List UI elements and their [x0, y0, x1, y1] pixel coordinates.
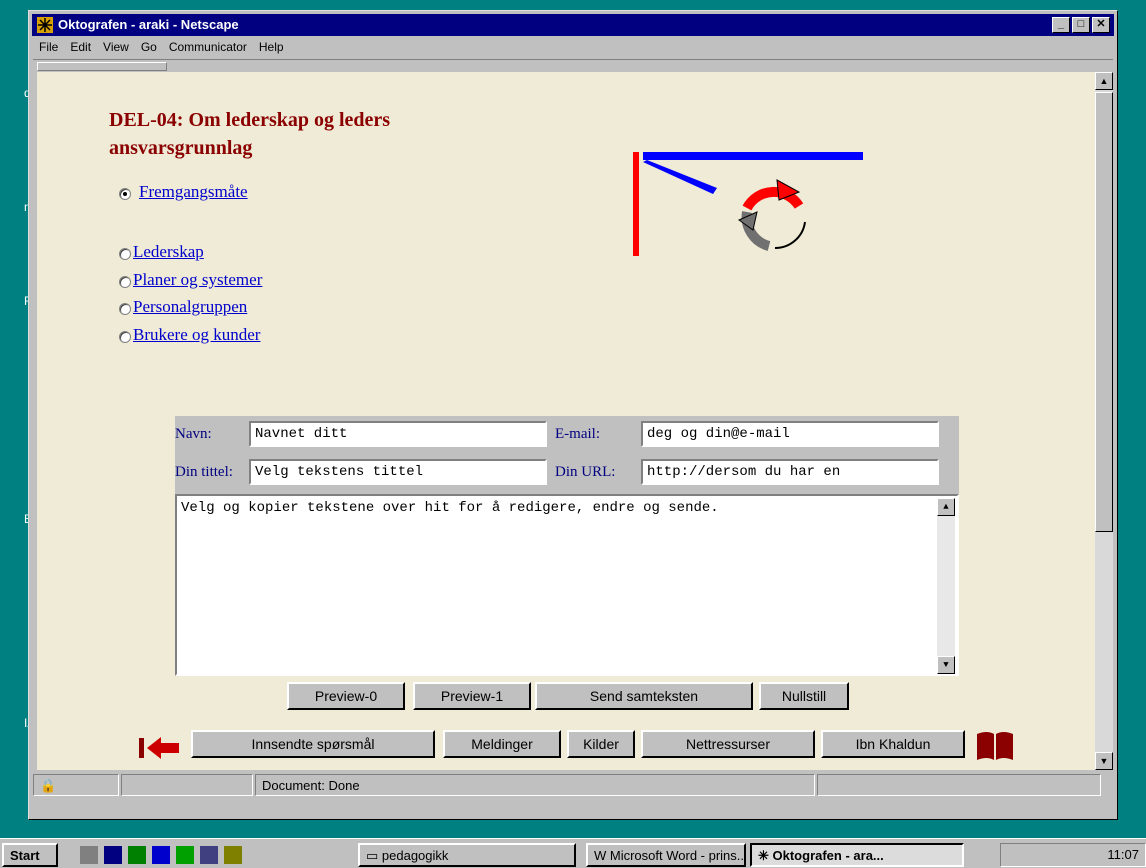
scroll-down-icon[interactable]: ▼	[937, 656, 955, 674]
email-field[interactable]: deg og din@e-mail	[641, 421, 939, 447]
title-field[interactable]: Velg tekstens tittel	[249, 459, 547, 485]
task-label: pedagogikk	[381, 848, 449, 863]
status-bar: 🔒 Document: Done	[33, 774, 1115, 796]
system-tray: 11:07	[1000, 843, 1146, 867]
status-text: Document: Done	[255, 774, 815, 796]
textarea-content: Velg og kopier tekstene over hit for å r…	[181, 500, 719, 516]
quicklaunch-icon[interactable]	[128, 846, 146, 864]
url-field[interactable]: http://dersom du har en	[641, 459, 939, 485]
link-lederskap[interactable]: Lederskap	[133, 242, 204, 262]
name-label: Navn:	[175, 426, 212, 442]
page-title-line-2: ansvarsgrunnlag	[109, 137, 253, 159]
send-button[interactable]: Send samteksten	[535, 682, 753, 710]
task-word[interactable]: W Microsoft Word - prins...	[586, 843, 746, 867]
minimize-button[interactable]: _	[1052, 17, 1070, 33]
scroll-up-icon[interactable]: ▲	[1095, 72, 1113, 90]
component-bar-icons[interactable]	[817, 774, 1101, 796]
quicklaunch-icon[interactable]	[200, 846, 218, 864]
start-label: Start	[10, 848, 40, 863]
radio-planer-og-systemer[interactable]	[119, 276, 131, 288]
menu-edit[interactable]: Edit	[64, 38, 97, 58]
preview-0-button[interactable]: Preview-0	[287, 682, 405, 710]
close-button[interactable]: ✕	[1092, 17, 1110, 33]
task-label: Microsoft Word - prins...	[609, 848, 746, 863]
window-title: Oktografen - araki - Netscape	[58, 17, 239, 32]
page-content: DEL-04: Om lederskap og leders ansvarsgr…	[37, 72, 1095, 770]
menu-file[interactable]: File	[33, 38, 64, 58]
back-arrow-icon[interactable]	[137, 734, 181, 762]
link-fremgangsmate[interactable]: Fremgangsmåte	[139, 182, 248, 202]
message-textarea[interactable]: Velg og kopier tekstene over hit for å r…	[175, 494, 959, 676]
link-personalgruppen[interactable]: Personalgruppen	[133, 297, 247, 317]
nettressurser-button[interactable]: Nettressurser	[641, 730, 815, 758]
quicklaunch-icon[interactable]	[176, 846, 194, 864]
quicklaunch-icon[interactable]	[104, 846, 122, 864]
textarea-scrollbar[interactable]: ▲ ▼	[937, 498, 955, 674]
security-icon[interactable]: 🔒	[33, 774, 119, 796]
menu-communicator[interactable]: Communicator	[163, 38, 253, 58]
menu-help[interactable]: Help	[253, 38, 290, 58]
link-planer-og-systemer[interactable]: Planer og systemer	[133, 270, 262, 290]
word-icon: W	[594, 848, 610, 863]
ibn-khaldun-button[interactable]: Ibn Khaldun	[821, 730, 965, 758]
maximize-button[interactable]: □	[1072, 17, 1090, 33]
page-scrollbar[interactable]: ▲ ▼	[1095, 72, 1113, 770]
oktograf-logo	[633, 152, 863, 256]
reset-button[interactable]: Nullstill	[759, 682, 849, 710]
task-label: Oktografen - ara...	[772, 848, 884, 863]
meldinger-button[interactable]: Meldinger	[443, 730, 561, 758]
scroll-down-icon[interactable]: ▼	[1095, 752, 1113, 770]
book-icon[interactable]	[973, 730, 1017, 762]
url-label: Din URL:	[555, 464, 616, 480]
scroll-thumb[interactable]	[1095, 92, 1113, 532]
page-title-line-1: DEL-04: Om lederskap og leders	[109, 109, 391, 131]
menu-go[interactable]: Go	[135, 38, 163, 58]
folder-icon: ▭	[366, 848, 382, 863]
link-brukere-og-kunder[interactable]: Brukere og kunder	[133, 325, 260, 345]
page-title: DEL-04: Om lederskap og leders ansvarsgr…	[109, 106, 529, 162]
clock: 11:07	[1107, 847, 1139, 862]
netscape-icon: ✳	[758, 848, 773, 863]
radio-fremgangsmate[interactable]	[119, 188, 131, 200]
preview-1-button[interactable]: Preview-1	[413, 682, 531, 710]
taskbar: Start ▭ pedagogikk W Microsoft Word - pr…	[0, 838, 1146, 868]
radio-lederskap[interactable]	[119, 248, 131, 260]
quicklaunch-icon[interactable]	[224, 846, 242, 864]
quicklaunch-icon[interactable]	[152, 846, 170, 864]
task-oktografen[interactable]: ✳ Oktografen - ara...	[750, 843, 964, 867]
task-pedagogikk[interactable]: ▭ pedagogikk	[358, 843, 576, 867]
title-bar[interactable]: Oktografen - araki - Netscape _ □ ✕	[32, 14, 1114, 36]
email-label: E-mail:	[555, 426, 600, 442]
netscape-icon	[37, 17, 53, 33]
menu-bar: File Edit View Go Communicator Help	[33, 38, 290, 58]
name-field[interactable]: Navnet ditt	[249, 421, 547, 447]
collapsed-toolbar	[33, 59, 1113, 71]
title-label: Din tittel:	[175, 464, 233, 480]
browser-window: Oktografen - araki - Netscape _ □ ✕ File…	[28, 10, 1118, 820]
toolbar-grip[interactable]	[37, 62, 167, 71]
radio-brukere-og-kunder[interactable]	[119, 331, 131, 343]
start-button[interactable]: Start	[2, 843, 58, 867]
innsendte-sporsmal-button[interactable]: Innsendte spørsmål	[191, 730, 435, 758]
menu-view[interactable]: View	[97, 38, 135, 58]
kilder-button[interactable]: Kilder	[567, 730, 635, 758]
submission-form: Navn: Navnet ditt E-mail: deg og din@e-m…	[175, 416, 959, 676]
quicklaunch-icon[interactable]	[80, 846, 98, 864]
scroll-up-icon[interactable]: ▲	[937, 498, 955, 516]
radio-personalgruppen[interactable]	[119, 303, 131, 315]
progress-area	[121, 774, 253, 796]
